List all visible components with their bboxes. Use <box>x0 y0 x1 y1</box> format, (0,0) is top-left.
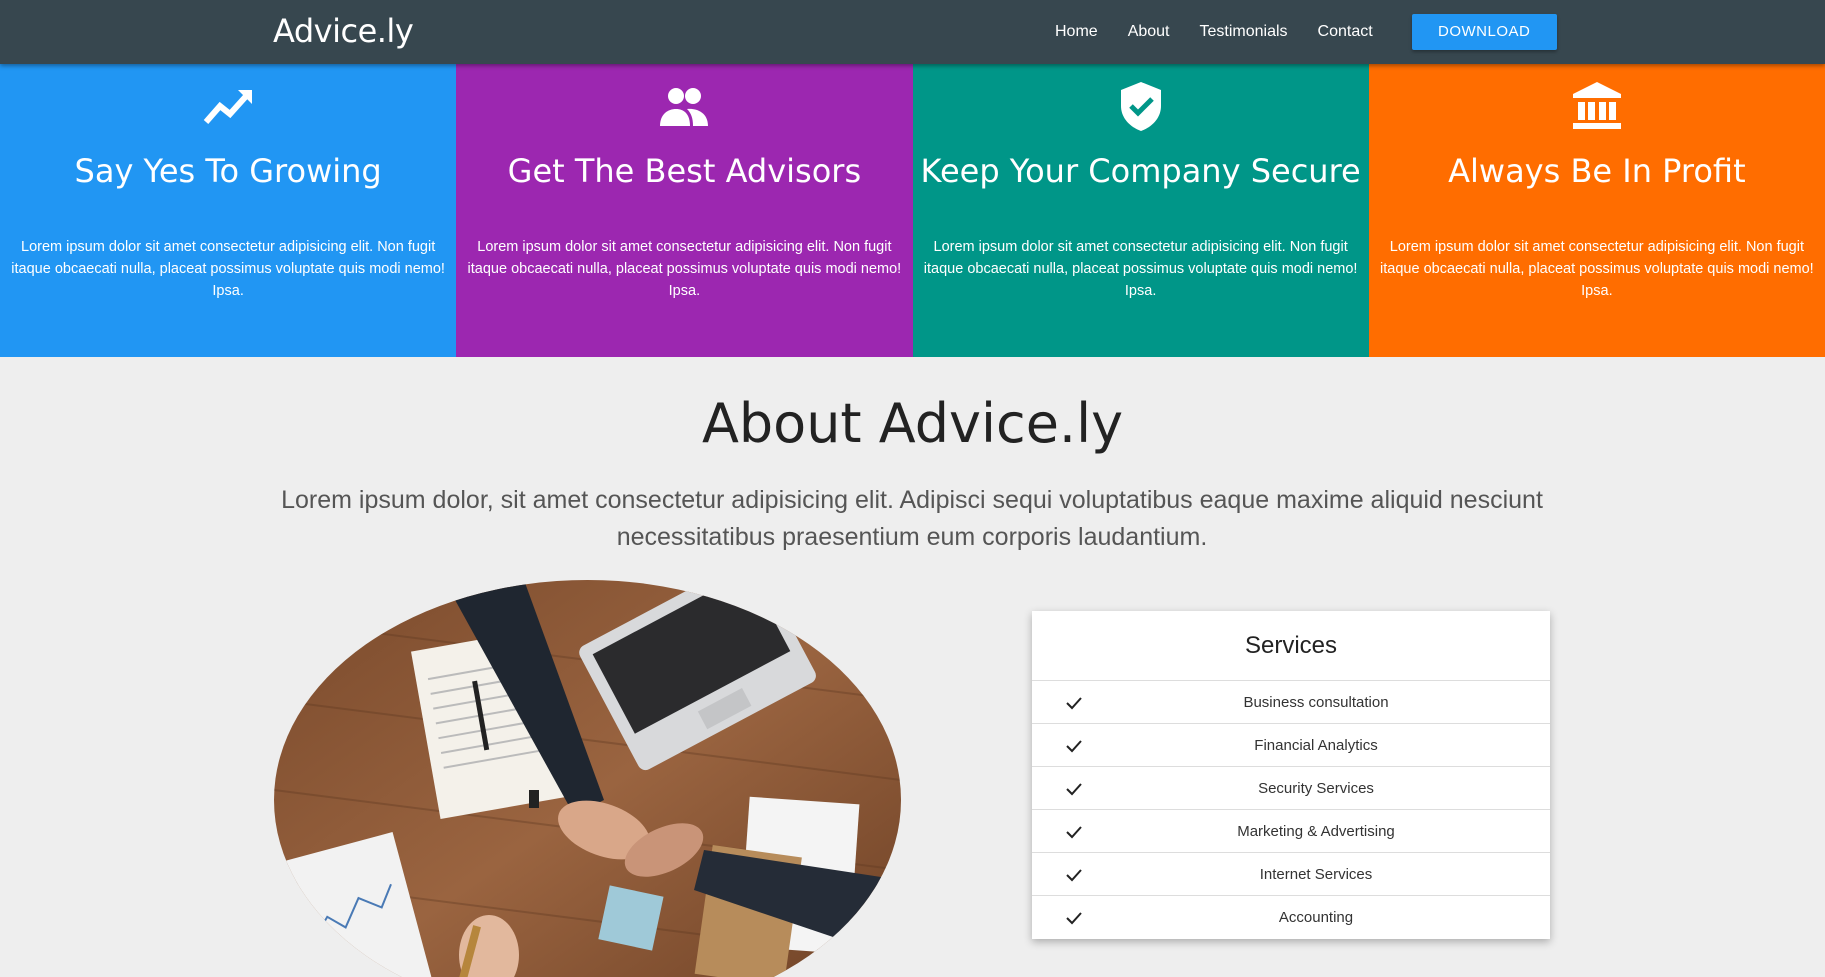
people-icon <box>654 78 714 134</box>
service-label: Security Services <box>1258 780 1374 797</box>
about-title: About Advice.ly <box>701 392 1124 455</box>
service-item: Security Services <box>1032 767 1550 810</box>
feature-title: Say Yes To Growing <box>74 152 382 190</box>
services-card: Services Business consultation Financial … <box>1032 611 1550 939</box>
nav-link-contact[interactable]: Contact <box>1303 23 1388 41</box>
feature-profit: Always Be In Profit Lorem ipsum dolor si… <box>1368 64 1825 357</box>
nav-link-testimonials[interactable]: Testimonials <box>1185 23 1303 41</box>
service-label: Financial Analytics <box>1254 737 1378 754</box>
service-item: Financial Analytics <box>1032 724 1550 767</box>
bank-icon <box>1567 78 1627 134</box>
feature-growing: Say Yes To Growing Lorem ipsum dolor sit… <box>0 64 457 357</box>
feature-row: Say Yes To Growing Lorem ipsum dolor sit… <box>0 64 1825 357</box>
about-lead: Lorem ipsum dolor, sit amet consectetur … <box>281 486 1543 551</box>
service-item: Business consultation <box>1032 681 1550 724</box>
feature-title: Get The Best Advisors <box>507 152 862 190</box>
nav-links: Home About Testimonials Contact DOWNLOAD <box>1040 0 1557 64</box>
feature-text: Lorem ipsum dolor sit amet consectetur a… <box>467 239 902 299</box>
brand-logo[interactable]: Advice.ly <box>273 12 414 50</box>
services-list: Business consultation Financial Analytics… <box>1032 681 1550 939</box>
service-label: Marketing & Advertising <box>1237 823 1395 840</box>
service-item: Marketing & Advertising <box>1032 810 1550 853</box>
service-label: Accounting <box>1278 909 1354 926</box>
feature-title: Keep Your Company Secure <box>920 152 1361 190</box>
nav-link-about[interactable]: About <box>1113 23 1185 41</box>
nav-link-home[interactable]: Home <box>1040 23 1113 41</box>
download-button[interactable]: DOWNLOAD <box>1411 14 1557 50</box>
feature-text: Lorem ipsum dolor sit amet consectetur a… <box>923 239 1358 299</box>
trending-up-icon <box>198 78 258 134</box>
navbar: Advice.ly Home About Testimonials Contac… <box>0 0 1825 64</box>
service-label: Business consultation <box>1243 694 1389 711</box>
service-item: Internet Services <box>1032 853 1550 896</box>
feature-text: Lorem ipsum dolor sit amet consectetur a… <box>1380 239 1814 299</box>
business-meeting-image <box>274 580 901 977</box>
feature-title: Always Be In Profit <box>1448 152 1746 190</box>
service-label: Internet Services <box>1259 866 1373 883</box>
feature-secure: Keep Your Company Secure Lorem ipsum dol… <box>912 64 1369 357</box>
feature-text: Lorem ipsum dolor sit amet consectetur a… <box>11 239 445 299</box>
feature-advisors: Get The Best Advisors Lorem ipsum dolor … <box>456 64 913 357</box>
service-item: Accounting <box>1032 896 1550 939</box>
services-title: Services <box>1032 611 1550 681</box>
shield-check-icon <box>1111 78 1171 134</box>
